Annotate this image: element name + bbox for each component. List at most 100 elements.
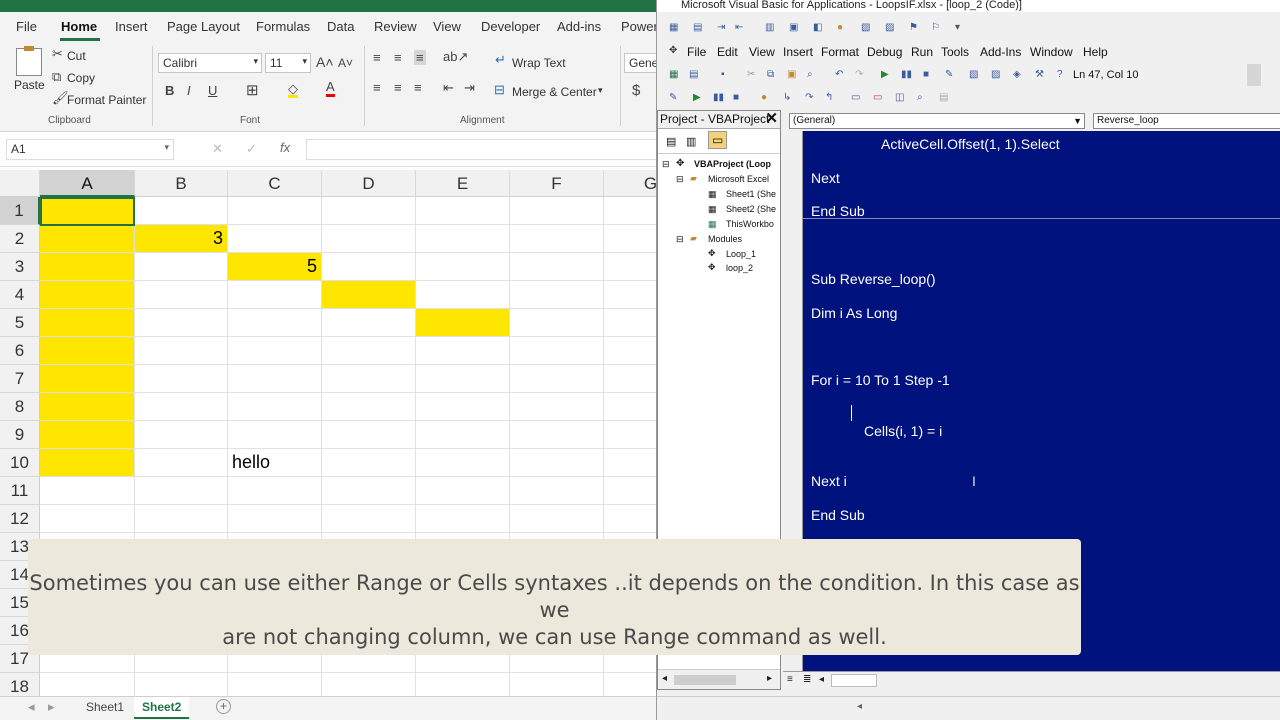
sheet-tab-sheet1[interactable]: Sheet1	[78, 697, 132, 719]
cell-b11[interactable]	[135, 477, 228, 505]
reset-icon[interactable]: ■	[923, 69, 929, 81]
cell-b10[interactable]	[135, 449, 228, 477]
font-color-icon[interactable]: A	[326, 80, 335, 97]
close-icon[interactable]: ✕	[765, 110, 778, 127]
cell-e12[interactable]	[416, 505, 510, 533]
name-box[interactable]: A1 ▾	[6, 139, 174, 160]
undo-icon[interactable]: ↶	[835, 69, 843, 81]
insert-function-icon[interactable]: fx	[280, 140, 290, 155]
cell-g6[interactable]	[604, 337, 660, 365]
scroll-left-icon[interactable]: ◂	[857, 701, 862, 712]
cell-b8[interactable]	[135, 393, 228, 421]
align-center-icon[interactable]: ≡	[394, 80, 402, 95]
list-constants-icon[interactable]: ▣	[789, 22, 798, 34]
underline-icon[interactable]: U	[208, 83, 217, 98]
tab-view[interactable]: View	[433, 19, 461, 34]
wrap-text-button[interactable]: Wrap Text	[512, 56, 566, 70]
cell-b2[interactable]: 3	[135, 225, 228, 253]
row-header[interactable]: 7	[0, 365, 40, 393]
copy-button[interactable]: Copy	[67, 71, 95, 85]
menu-add-ins[interactable]: Add-Ins	[980, 45, 1021, 59]
cell-e8[interactable]	[416, 393, 510, 421]
immediate-window-icon[interactable]: ▭	[873, 92, 882, 104]
call-stack-icon[interactable]: ▤	[939, 92, 948, 104]
cell-f11[interactable]	[510, 477, 604, 505]
row-header[interactable]: 8	[0, 393, 40, 421]
tab-power[interactable]: Power	[621, 19, 658, 34]
comment-block-icon[interactable]: ▧	[861, 22, 870, 34]
cell-a10[interactable]	[40, 449, 135, 477]
save-icon[interactable]: ▪	[721, 69, 725, 81]
copy-icon[interactable]: ⧉	[767, 69, 774, 81]
row-header[interactable]: 6	[0, 337, 40, 365]
next-bookmark-icon[interactable]: ⚐	[931, 22, 940, 34]
currency-icon[interactable]: $	[632, 82, 640, 99]
toolbox-icon[interactable]: ⚒	[1035, 69, 1044, 81]
properties-window-icon[interactable]: ▨	[991, 69, 1000, 81]
cell-b4[interactable]	[135, 281, 228, 309]
cell-c2[interactable]	[228, 225, 322, 253]
design-mode-icon[interactable]: ✎	[945, 69, 953, 81]
tab-home[interactable]: Home	[61, 19, 97, 34]
view-excel-icon[interactable]: ▦	[669, 69, 678, 81]
sheet-tab-sheet2[interactable]: Sheet2	[134, 697, 190, 719]
tree-excel-objects[interactable]: Microsoft Excel	[708, 174, 769, 184]
cut-icon[interactable]: ✂	[747, 69, 755, 81]
toolbar-options-icon[interactable]: ▾	[955, 22, 960, 34]
design-mode-icon[interactable]: ✎	[669, 92, 677, 104]
cell-e10[interactable]	[416, 449, 510, 477]
cut-button[interactable]: Cut	[67, 49, 86, 63]
menu-debug[interactable]: Debug	[867, 45, 902, 59]
menu-run[interactable]: Run	[911, 45, 933, 59]
column-header[interactable]: F	[510, 170, 604, 197]
cell-g18[interactable]	[604, 673, 660, 696]
cell-g3[interactable]	[604, 253, 660, 281]
scroll-left-icon[interactable]: ◂	[662, 673, 667, 684]
cell-e7[interactable]	[416, 365, 510, 393]
menu-tools[interactable]: Tools	[941, 45, 969, 59]
cell-e6[interactable]	[416, 337, 510, 365]
cell-c8[interactable]	[228, 393, 322, 421]
cell-f2[interactable]	[510, 225, 604, 253]
tab-review[interactable]: Review	[374, 19, 417, 34]
scroll-right-icon[interactable]: ▸	[767, 673, 772, 684]
align-middle-icon[interactable]: ≡	[394, 50, 402, 65]
menu-edit[interactable]: Edit	[717, 45, 738, 59]
align-bottom-icon[interactable]: ≡	[414, 50, 426, 65]
project-explorer-icon[interactable]: ▧	[969, 69, 978, 81]
procedure-view-icon[interactable]: ≡	[787, 674, 793, 685]
italic-icon[interactable]: I	[187, 83, 191, 98]
break-icon[interactable]: ▮▮	[901, 69, 912, 81]
cell-d12[interactable]	[322, 505, 416, 533]
cell-d11[interactable]	[322, 477, 416, 505]
cell-c11[interactable]	[228, 477, 322, 505]
watch-window-icon[interactable]: ◫	[895, 92, 904, 104]
tree-loop-1[interactable]: Loop_1	[726, 249, 756, 259]
column-header[interactable]: D	[322, 170, 416, 197]
cell-d7[interactable]	[322, 365, 416, 393]
row-header[interactable]: 11	[0, 477, 40, 505]
collapse-icon[interactable]: ⊟	[676, 174, 684, 185]
view-excel-icon[interactable]: ▦	[669, 22, 678, 34]
column-header[interactable]: C	[228, 170, 322, 197]
cell-a12[interactable]	[40, 505, 135, 533]
tree-modules[interactable]: Modules	[708, 234, 742, 244]
horizontal-scrollbar[interactable]: ◂ ▸	[658, 669, 780, 689]
increase-font-icon[interactable]: A˄	[316, 54, 334, 70]
collapse-icon[interactable]: ⊟	[662, 159, 670, 170]
toolbar-options-icon[interactable]	[1247, 64, 1261, 86]
decrease-font-icon[interactable]: A˅	[338, 56, 353, 70]
row-header[interactable]: 1	[0, 197, 40, 225]
collapse-icon[interactable]: ⊟	[676, 234, 684, 245]
cell-c18[interactable]	[228, 673, 322, 696]
align-top-icon[interactable]: ≡	[373, 50, 381, 65]
align-right-icon[interactable]: ≡	[414, 80, 422, 95]
cell-f5[interactable]	[510, 309, 604, 337]
bold-icon[interactable]: B	[165, 83, 174, 98]
cell-b7[interactable]	[135, 365, 228, 393]
menu-help[interactable]: Help	[1083, 45, 1108, 59]
cell-a2[interactable]	[40, 225, 135, 253]
object-browser-icon[interactable]: ◈	[1013, 69, 1021, 81]
view-code-icon[interactable]: ▤	[666, 135, 676, 148]
cell-g1[interactable]	[604, 197, 660, 225]
